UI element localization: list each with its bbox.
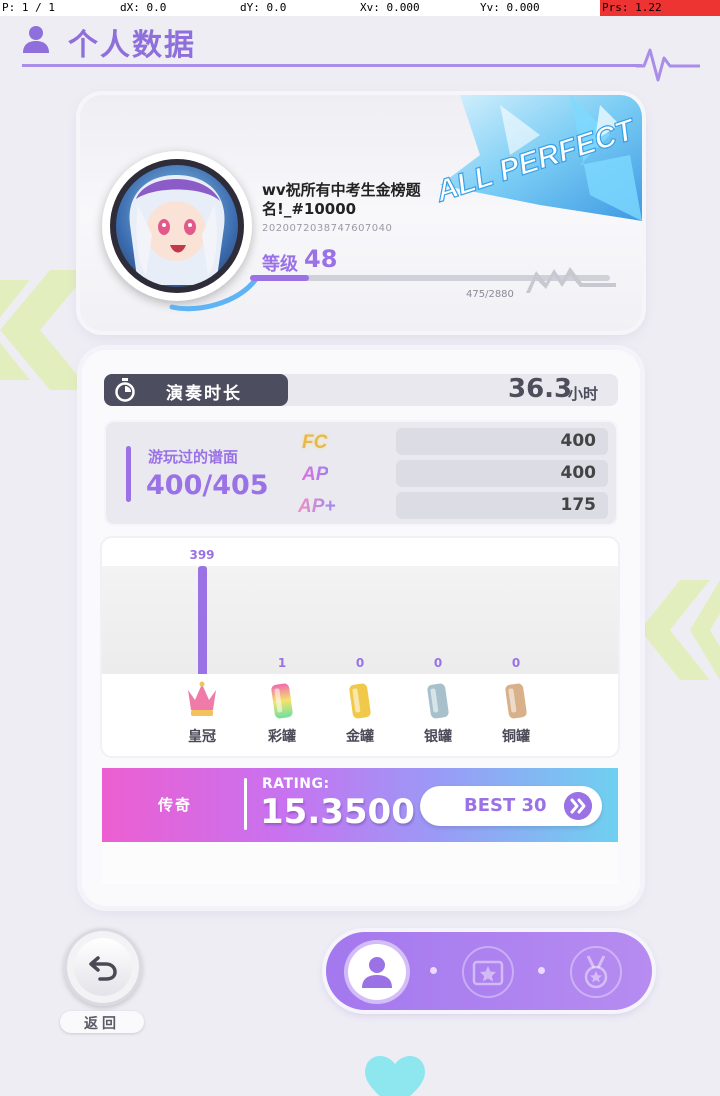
player-id: 2020072038747607040	[262, 223, 393, 234]
back-label-pill[interactable]: 返回	[60, 1011, 144, 1033]
reward-label: 铜罐	[502, 729, 530, 745]
profile-card: ALL PERFECT wv祝所有中考生金榜题名!_#10000 2020072…	[80, 95, 642, 331]
fc-count: 400	[560, 431, 597, 451]
charts-played-label: 游玩过的谱面	[148, 448, 239, 466]
nav-records-tab[interactable]	[462, 946, 514, 998]
back-label: 返回	[84, 1016, 120, 1032]
nav-profile-tab[interactable]	[348, 944, 406, 1000]
rating-banner: 传奇 RATING: 15.3500 BEST 30	[102, 768, 618, 842]
avatar-character-icon	[129, 175, 225, 285]
playtime-label: 演奏时长	[166, 384, 242, 404]
return-arrow-icon	[89, 956, 117, 981]
header-divider	[22, 64, 642, 67]
ap-icon: AP	[302, 464, 329, 485]
reward-count: 0	[355, 656, 365, 670]
best30-label: BEST 30	[464, 795, 547, 816]
reward-label: 彩罐	[268, 729, 296, 745]
bronze-can-icon	[505, 683, 527, 719]
playtime-value: 36.3	[508, 374, 573, 404]
ap-plus-count-row: 175	[396, 492, 608, 519]
charts-played-box: 游玩过的谱面 400/405 FC AP AP+ 400 400 175	[104, 420, 618, 526]
crown-icon	[188, 681, 216, 716]
back-button-face	[74, 938, 132, 996]
playtime-unit: 小时	[568, 385, 599, 403]
debug-pressure: Prs: 1.22	[600, 0, 720, 16]
nav-achievements-tab[interactable]	[570, 946, 622, 998]
ap-count: 400	[560, 463, 597, 483]
reward-count: 0	[511, 656, 521, 670]
ap-plus-icon: AP+	[298, 496, 336, 517]
reward-distribution-box: 399 皇冠 1 彩罐 0 金罐 0 银罐 0 铜罐	[102, 538, 618, 756]
reward-count: 399	[189, 548, 215, 562]
fc-icon: FC	[302, 432, 328, 453]
reward-count: 0	[433, 656, 443, 670]
debug-dx: dX: 0.0	[120, 1, 167, 14]
reward-count: 1	[277, 656, 287, 670]
debug-xv: Xv: 0.000	[360, 1, 420, 14]
gold-can-icon	[349, 683, 371, 719]
page-header: 个人数据	[22, 20, 322, 63]
rainbow-can-icon	[271, 683, 293, 719]
page-title: 个人数据	[68, 28, 196, 63]
debug-pointer: P: 1 / 1	[2, 1, 55, 14]
panel-bottom-strip	[102, 842, 618, 884]
level-label: 等级	[262, 254, 298, 275]
reward-label: 皇冠	[188, 729, 216, 745]
heart-decoration	[365, 1056, 425, 1096]
user-icon	[362, 957, 392, 988]
playtime-tag: 演奏时长	[104, 374, 288, 406]
stopwatch-icon	[115, 378, 135, 402]
reward-bar	[198, 566, 207, 674]
level-value: 48	[304, 245, 338, 273]
nav-separator-dot	[430, 967, 437, 974]
ap-plus-count: 175	[560, 495, 597, 515]
rating-value: 15.3500	[260, 792, 415, 832]
charts-accent-bar	[126, 446, 131, 502]
chevron-decoration-right	[640, 580, 720, 680]
xp-text: 475/2880	[466, 289, 514, 300]
debug-yv: Yv: 0.000	[480, 1, 540, 14]
rating-caption: RATING:	[262, 776, 330, 792]
reward-label: 金罐	[346, 729, 374, 745]
best30-button[interactable]: BEST 30	[420, 786, 602, 826]
rating-tier: 传奇	[158, 796, 193, 814]
player-name: wv祝所有中考生金榜题名!_#10000	[262, 181, 421, 218]
silver-can-icon	[427, 683, 449, 719]
stats-panel: 演奏时长 36.3 小时 游玩过的谱面 400/405 FC AP AP+ 40…	[82, 350, 640, 906]
back-button[interactable]	[64, 928, 142, 1006]
rating-divider	[244, 778, 247, 830]
xp-decoration	[526, 267, 616, 293]
fc-count-row: 400	[396, 428, 608, 455]
reward-label: 银罐	[424, 729, 452, 745]
medal-icon	[584, 955, 608, 989]
bottom-nav	[326, 932, 652, 1010]
playtime-row: 演奏时长 36.3 小时	[104, 374, 618, 406]
debug-dy: dY: 0.0	[240, 1, 287, 14]
avatar-progress-arc	[169, 276, 258, 312]
double-chevron-right-icon	[564, 792, 592, 820]
debug-bar: P: 1 / 1 dX: 0.0 dY: 0.0 Xv: 0.000 Yv: 0…	[0, 0, 720, 16]
user-icon	[23, 26, 49, 53]
nav-separator-dot	[538, 967, 545, 974]
star-frame-icon	[472, 960, 504, 986]
ap-count-row: 400	[396, 460, 608, 487]
charts-played-value: 400/405	[146, 470, 269, 501]
xp-bar-fill	[250, 275, 309, 281]
pulse-icon	[636, 48, 700, 82]
